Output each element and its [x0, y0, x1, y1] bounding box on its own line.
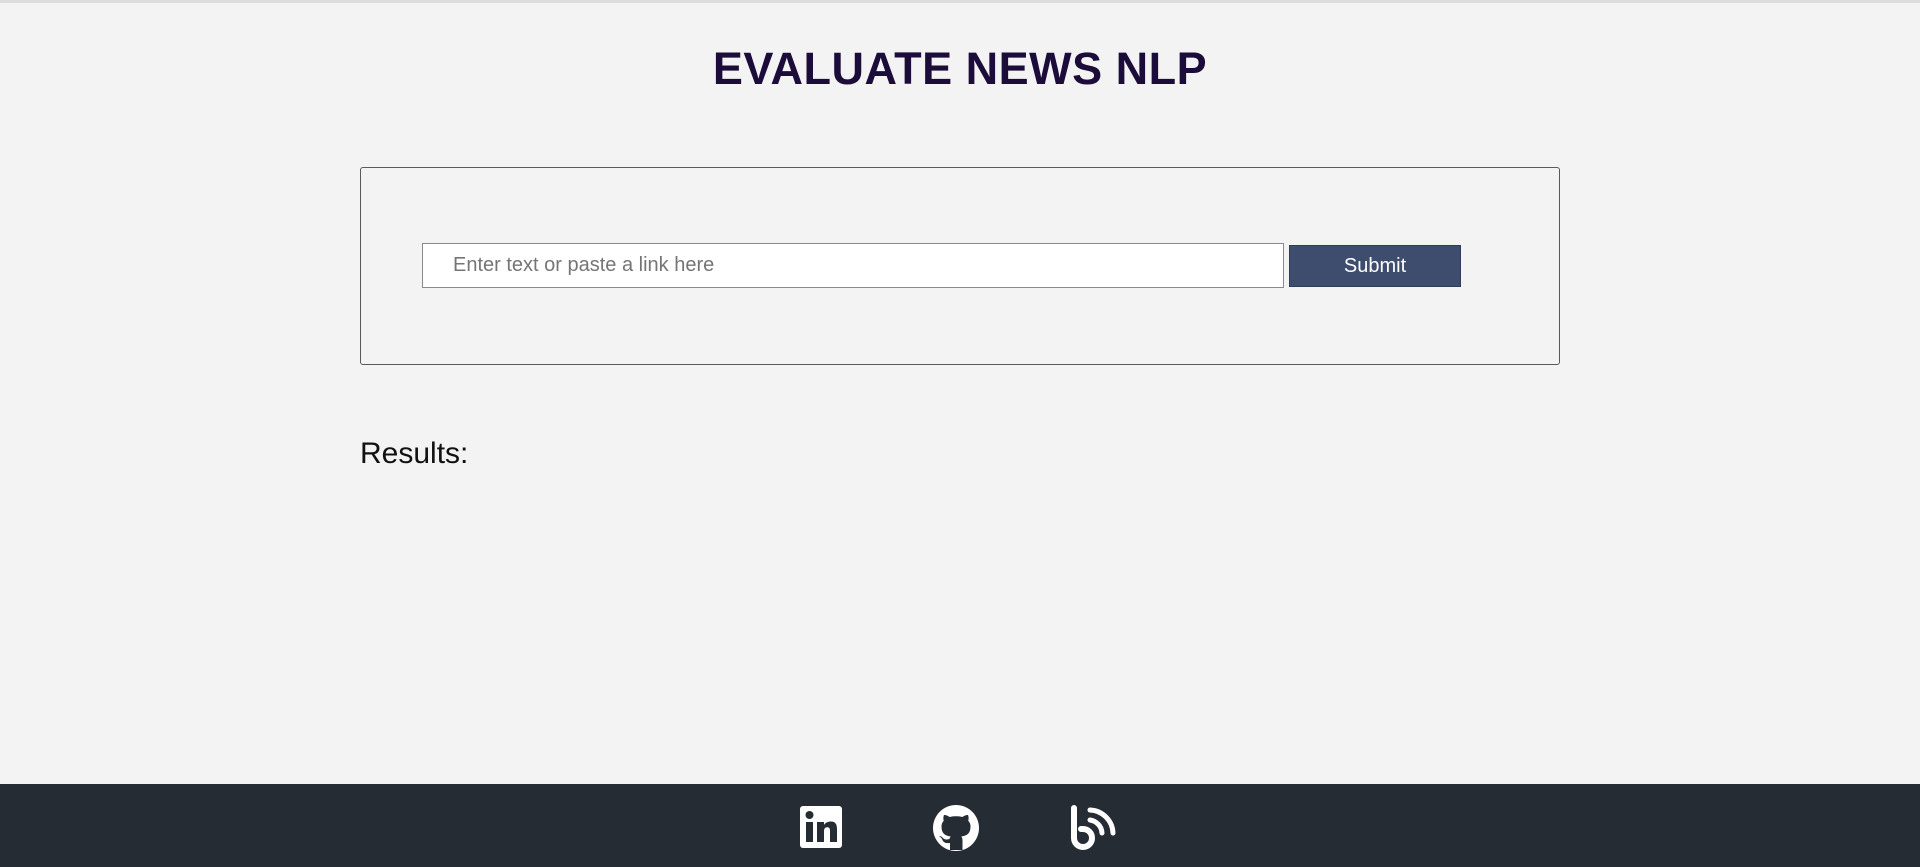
text-form: Submit: [360, 167, 1560, 365]
github-icon: [933, 805, 979, 851]
footer: [0, 784, 1920, 867]
submit-button[interactable]: Submit: [1289, 245, 1461, 287]
linkedin-icon: [800, 806, 842, 848]
results-area: [360, 483, 1560, 763]
text-input[interactable]: [422, 243, 1284, 288]
blog-link[interactable]: [1068, 804, 1118, 852]
results-heading: Results:: [360, 437, 469, 470]
page-title: EVALUATE NEWS NLP: [712, 43, 1208, 94]
github-link[interactable]: [932, 804, 982, 852]
blog-feed-icon: [1071, 805, 1116, 850]
linkedin-link[interactable]: [798, 804, 848, 852]
page: EVALUATE NEWS NLP Submit Results:: [0, 0, 1920, 867]
